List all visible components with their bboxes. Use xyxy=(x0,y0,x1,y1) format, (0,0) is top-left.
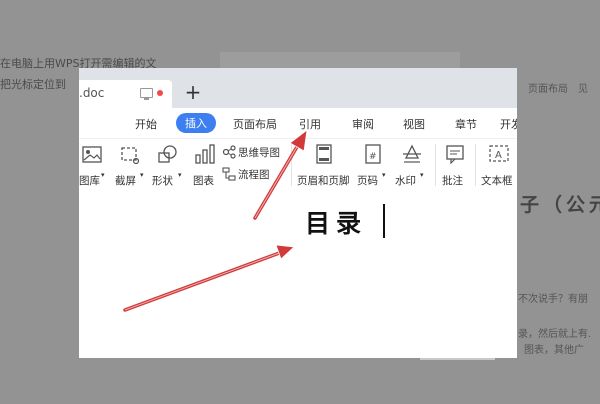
mindmap-button[interactable]: 思维导图 xyxy=(222,144,284,162)
unsaved-dot-icon xyxy=(157,90,163,96)
shapes-button[interactable]: 形状 ▾ xyxy=(152,140,188,190)
new-tab-button[interactable]: + xyxy=(183,82,203,102)
chevron-down-icon: ▾ xyxy=(420,171,424,179)
menu-developer[interactable]: 开发 xyxy=(500,116,517,132)
svg-text:A: A xyxy=(495,150,502,161)
screenshot-label: 截屏 xyxy=(115,175,136,187)
ribbon-divider xyxy=(291,144,292,186)
flowchart-label: 流程图 xyxy=(238,169,270,181)
flowchart-button[interactable]: 流程图 xyxy=(222,166,277,184)
background-text-line2: 把光标定位到 xyxy=(0,78,66,91)
comment-button[interactable]: 批注 xyxy=(440,140,470,190)
textbox-label: 文本框 xyxy=(481,175,513,187)
chevron-down-icon: ▾ xyxy=(140,171,144,179)
background-paragraph-2: 录，然后就上有. xyxy=(518,329,592,340)
chart-label: 图表 xyxy=(193,175,214,187)
ribbon-divider xyxy=(435,144,436,186)
image-icon xyxy=(82,146,102,163)
background-paragraph-3: 图表，其他广 xyxy=(524,345,584,356)
page-number-label: 页码 xyxy=(357,175,378,187)
svg-text:#: # xyxy=(369,152,377,162)
document-heading: 目录 xyxy=(305,209,368,238)
menu-bar: 开始 插入 页面布局 引用 审阅 视图 章节 开发 xyxy=(79,108,517,139)
textbox-icon: A xyxy=(489,145,509,162)
menu-home[interactable]: 开始 xyxy=(135,116,157,132)
chart-button[interactable]: 图表 xyxy=(191,140,221,190)
textbox-button[interactable]: A 文本框 xyxy=(480,140,517,190)
page-icon xyxy=(316,144,332,164)
background-paragraph-1: 不次说手？有朋 xyxy=(518,294,588,305)
chevron-down-icon: ▾ xyxy=(101,171,105,179)
mindmap-label: 思维导图 xyxy=(238,147,280,159)
document-tab-label: .doc xyxy=(79,86,105,100)
menu-view[interactable]: 视图 xyxy=(403,116,425,132)
menu-page-layout[interactable]: 页面布局 xyxy=(233,116,277,132)
tab-bar: .doc + xyxy=(79,68,517,108)
watermark-icon xyxy=(403,144,421,163)
gallery-button[interactable]: 图库 ▾ xyxy=(79,140,109,190)
wps-window: .doc + 开始 插入 页面布局 引用 审阅 视图 章节 开发 图库 ▾ 截屏… xyxy=(79,68,517,358)
menu-insert[interactable]: 插入 xyxy=(176,113,216,133)
shapes-icon xyxy=(158,145,177,163)
gallery-label: 图库 xyxy=(79,175,100,187)
menu-references[interactable]: 引用 xyxy=(299,116,321,132)
header-footer-button[interactable]: 页眉和页脚 xyxy=(295,140,353,190)
document-tab[interactable]: .doc xyxy=(79,80,172,108)
menu-review[interactable]: 审阅 xyxy=(352,116,374,132)
flowchart-icon xyxy=(222,167,236,181)
comment-icon xyxy=(446,145,464,164)
shapes-label: 形状 xyxy=(152,175,173,187)
screenshot-button[interactable]: 截屏 ▾ xyxy=(115,140,149,190)
chevron-down-icon: ▾ xyxy=(178,171,182,179)
background-heading: 子（公元 xyxy=(520,194,600,216)
page-number-button[interactable]: # 页码 ▾ xyxy=(357,140,391,190)
scissors-icon xyxy=(121,147,140,164)
background-menu-text: 页面布局 xyxy=(528,84,568,95)
ribbon-divider xyxy=(475,144,476,186)
background-menu-text-2: 见 xyxy=(578,84,588,95)
chevron-down-icon: ▾ xyxy=(382,171,386,179)
watermark-button[interactable]: 水印 ▾ xyxy=(395,140,429,190)
bar-chart-icon xyxy=(195,144,215,164)
text-cursor xyxy=(383,204,385,238)
header-footer-label: 页眉和页脚 xyxy=(297,175,350,187)
mindmap-icon xyxy=(222,145,236,159)
document-area[interactable]: 目录 xyxy=(79,194,517,358)
page-number-icon: # xyxy=(365,144,381,164)
ribbon: 图库 ▾ 截屏 ▾ 形状 ▾ 图表 思维导图 流程图 页眉和页脚 # 页码 ▾ … xyxy=(79,140,517,192)
comment-label: 批注 xyxy=(442,175,463,187)
watermark-label: 水印 xyxy=(395,175,416,187)
menu-section[interactable]: 章节 xyxy=(455,116,477,132)
monitor-icon[interactable] xyxy=(140,88,153,100)
